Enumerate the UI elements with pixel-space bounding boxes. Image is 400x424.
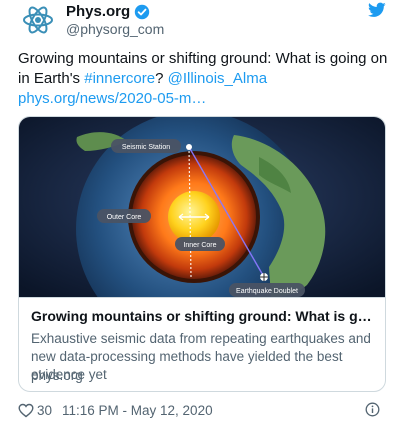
card-description: Exhaustive seismic data from repeating e…: [31, 331, 371, 382]
svg-text:Outer Core: Outer Core: [107, 214, 142, 221]
url-link[interactable]: phys.org/news/2020-05-m…: [18, 90, 206, 107]
svg-text:Seismic Station: Seismic Station: [122, 144, 170, 151]
hashtag-link[interactable]: #innercore: [84, 70, 155, 87]
tweet-footer: 30 11:16 PM - May 12, 2020: [18, 402, 388, 420]
link-card[interactable]: Seismic Station Outer Core Inner Core Ea…: [18, 116, 386, 392]
heart-icon[interactable]: [18, 403, 34, 418]
handle[interactable]: @physorg_com: [66, 21, 164, 37]
timestamp[interactable]: 11:16 PM - May 12, 2020: [62, 403, 213, 418]
twitter-bird-icon[interactable]: [368, 2, 386, 18]
label-earthquake-doublet: Earthquake Doublet: [229, 283, 305, 297]
tweet-text-punctuation: ?: [155, 70, 168, 87]
like-count[interactable]: 30: [37, 403, 52, 418]
card-image[interactable]: Seismic Station Outer Core Inner Core Ea…: [19, 117, 385, 297]
label-outer-core: Outer Core: [97, 209, 151, 223]
verified-badge-icon: [134, 4, 150, 19]
label-seismic-station: Seismic Station: [111, 139, 181, 153]
tweet-header: Phys.org @physorg_com: [18, 0, 390, 44]
card-title[interactable]: Growing mountains or shifting ground: Wh…: [31, 308, 375, 324]
card-body[interactable]: Growing mountains or shifting ground: Wh…: [19, 297, 385, 391]
svg-text:Earthquake Doublet: Earthquake Doublet: [236, 288, 298, 295]
mention-link[interactable]: @Illinois_Alma: [168, 70, 267, 87]
svg-text:Inner Core: Inner Core: [183, 242, 216, 249]
card-domain: phys.org: [31, 368, 83, 383]
atom-icon: [23, 6, 53, 34]
tweet-embed[interactable]: Phys.org @physorg_com Growing mountains …: [0, 0, 400, 424]
label-inner-core: Inner Core: [175, 237, 225, 251]
tweet-text: Growing mountains or shifting ground: Wh…: [18, 49, 388, 109]
info-icon[interactable]: [365, 402, 380, 417]
avatar[interactable]: [18, 0, 58, 40]
display-name[interactable]: Phys.org: [66, 3, 130, 20]
name-row: Phys.org: [66, 3, 150, 20]
